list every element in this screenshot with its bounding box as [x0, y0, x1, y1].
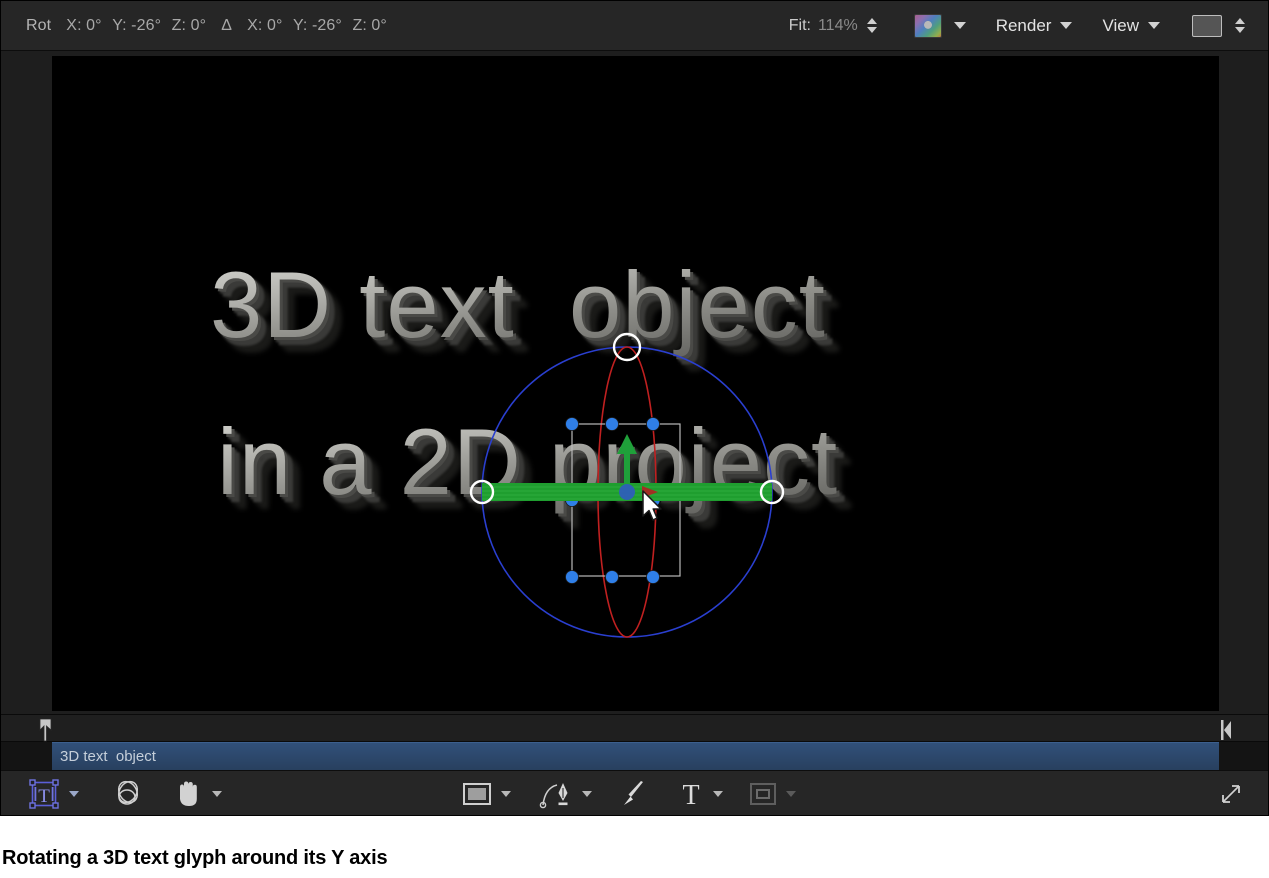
text-tool[interactable]: T: [28, 774, 79, 814]
delta-symbol: Δ: [221, 17, 232, 35]
resize-handle[interactable]: [1218, 774, 1244, 814]
paint-tool[interactable]: [620, 774, 648, 814]
delta-y-value: Y: -26°: [293, 17, 342, 35]
display-swatch-icon[interactable]: [1192, 15, 1222, 37]
svg-text:T: T: [682, 780, 699, 809]
viewer-canvas[interactable]: 3D text object in a 2D project: [52, 56, 1219, 711]
chevron-down-icon: [1148, 22, 1160, 29]
color-gradient-swatch-icon[interactable]: [914, 14, 942, 38]
top-toolbar: Rot X: 0° Y: -26° Z: 0° Δ X: 0° Y: -26° …: [1, 1, 1269, 51]
mask-rectangle-icon[interactable]: [749, 782, 777, 806]
view-menu-button[interactable]: View: [1102, 16, 1160, 36]
orbit-3d-icon[interactable]: [111, 777, 145, 811]
chevron-down-icon[interactable]: [713, 791, 723, 797]
rotation-gizmo[interactable]: [52, 56, 1219, 711]
shape-tool[interactable]: [462, 774, 511, 814]
chevron-down-icon[interactable]: [954, 22, 966, 29]
bottom-toolbar: T: [1, 770, 1269, 816]
fit-zoom-control[interactable]: Fit: 114%: [789, 9, 880, 43]
delta-x-value: X: 0°: [247, 17, 282, 35]
rectangle-shape-icon[interactable]: [462, 781, 492, 807]
timeline-track: 3D text object: [1, 742, 1269, 770]
pen-tool[interactable]: [539, 774, 592, 814]
playhead-marker-icon[interactable]: [37, 718, 57, 742]
stepper-up-down-icon[interactable]: [1232, 13, 1248, 39]
stepper-up-down-icon[interactable]: [864, 13, 880, 39]
chevron-down-icon[interactable]: [212, 791, 222, 797]
serif-T-icon[interactable]: T: [678, 779, 704, 809]
chevron-down-icon: [1060, 22, 1072, 29]
timeline-ruler[interactable]: [1, 714, 1269, 742]
chevron-down-icon[interactable]: [582, 791, 592, 797]
delta-z-value: Z: 0°: [352, 17, 386, 35]
paintbrush-icon[interactable]: [620, 779, 648, 809]
out-point-marker-icon[interactable]: [1218, 718, 1234, 742]
pan-tool[interactable]: [173, 774, 222, 814]
canvas-area: 3D text object in a 2D project: [1, 51, 1269, 714]
display-swatch-control[interactable]: [1160, 9, 1248, 43]
rot-label: Rot: [26, 17, 51, 35]
figure-caption: Rotating a 3D text glyph around its Y ax…: [0, 838, 1269, 878]
canvas-text-line-2[interactable]: in a 2D project: [217, 408, 838, 516]
svg-text:T: T: [38, 786, 50, 807]
bezier-pen-icon[interactable]: [539, 779, 573, 809]
text-tool-icon[interactable]: T: [28, 778, 60, 810]
motion-app-window: Rot X: 0° Y: -26° Z: 0° Δ X: 0° Y: -26° …: [0, 0, 1269, 816]
rot-z-value: Z: 0°: [172, 17, 206, 35]
view-menu-label: View: [1102, 16, 1139, 36]
resize-diagonal-icon[interactable]: [1218, 781, 1244, 807]
rotation-readout: Rot X: 0° Y: -26° Z: 0° Δ X: 0° Y: -26° …: [1, 17, 387, 35]
chevron-down-icon[interactable]: [501, 791, 511, 797]
canvas-text-line-1[interactable]: 3D text object: [210, 251, 826, 359]
timeline-layer-name: 3D text object: [52, 748, 156, 765]
timeline-layer-bar[interactable]: 3D text object: [52, 742, 1219, 770]
fit-value: 114%: [811, 17, 858, 35]
mask-tool[interactable]: [749, 774, 796, 814]
fit-label: Fit:: [789, 17, 811, 35]
color-swatch-control[interactable]: [880, 9, 966, 43]
rot-y-value: Y: -26°: [112, 17, 161, 35]
text-create-tool[interactable]: T: [678, 774, 723, 814]
render-menu-label: Render: [996, 16, 1052, 36]
arrow-pointer-cursor: [641, 490, 665, 524]
top-toolbar-controls: Fit: 114% Render View: [789, 9, 1269, 43]
hand-icon[interactable]: [173, 778, 203, 810]
render-menu-button[interactable]: Render: [996, 16, 1073, 36]
rot-x-value: X: 0°: [66, 17, 101, 35]
app-root: Rot X: 0° Y: -26° Z: 0° Δ X: 0° Y: -26° …: [0, 0, 1269, 878]
chevron-down-icon[interactable]: [786, 791, 796, 797]
transform-3d-tool[interactable]: [111, 774, 145, 814]
chevron-down-icon[interactable]: [69, 791, 79, 797]
